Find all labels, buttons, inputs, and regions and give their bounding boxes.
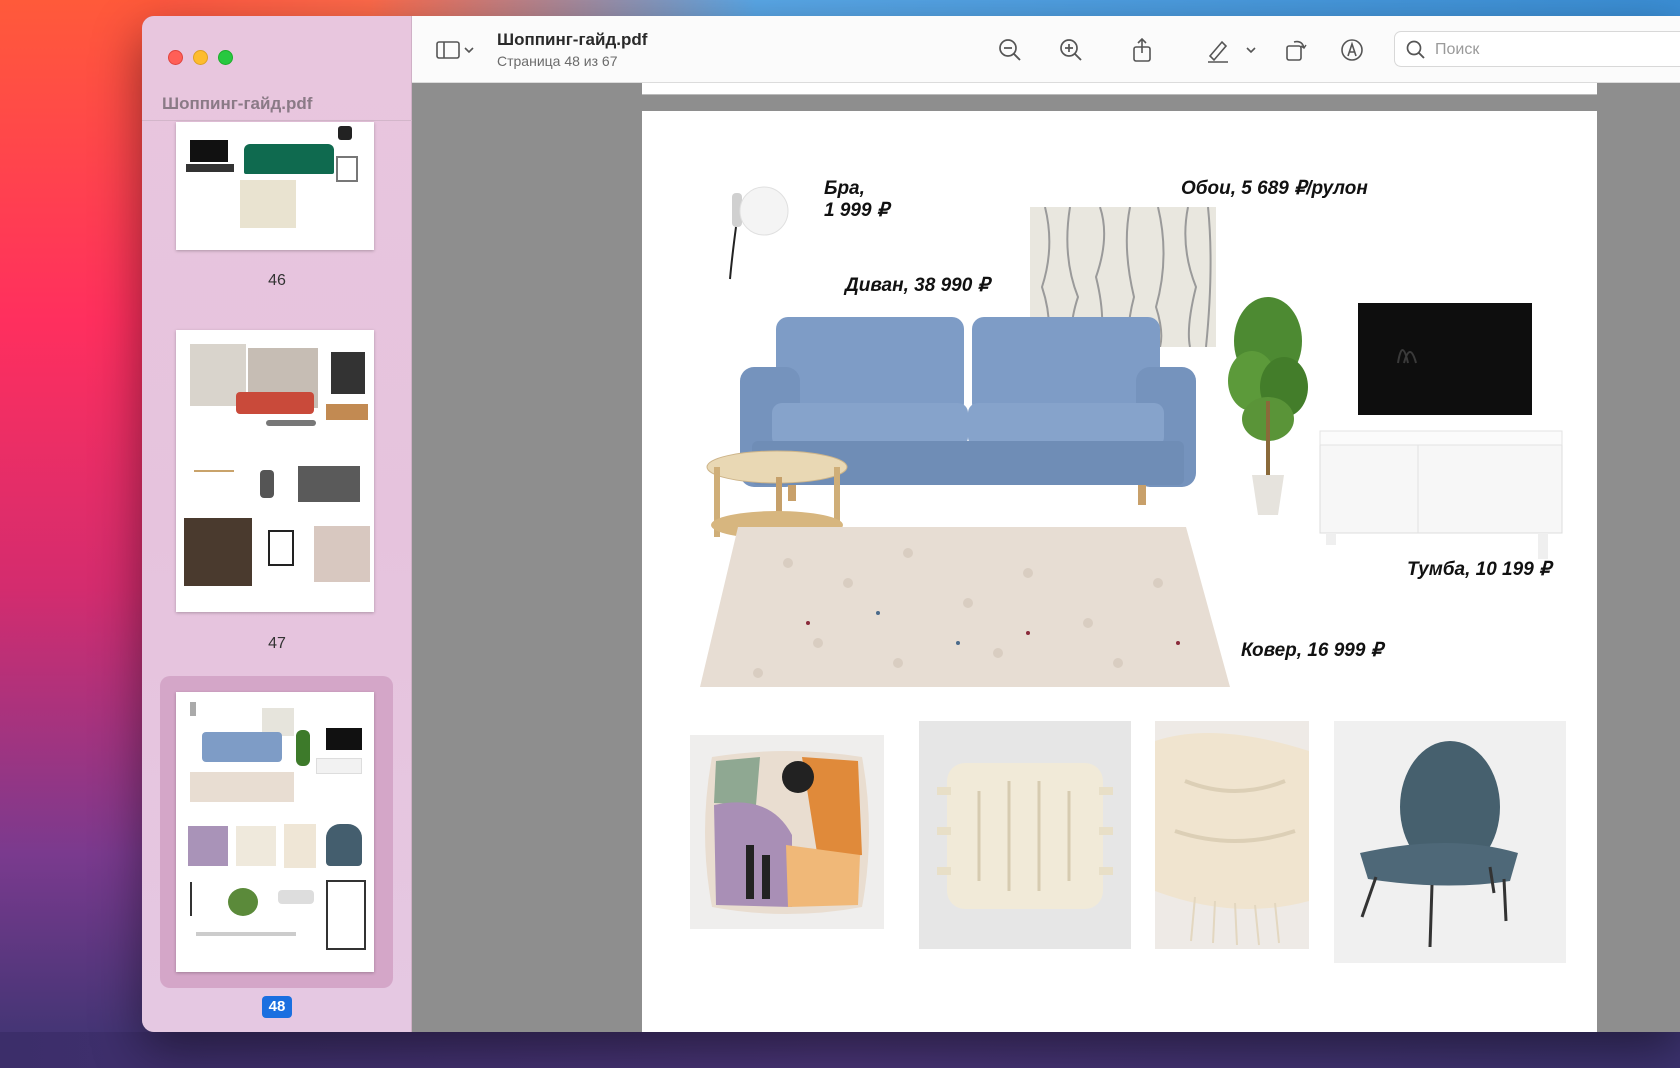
white-tassel-pillow-image [919,721,1131,949]
tv-stand-caption: Тумба, 10 199 ₽ [1407,559,1552,580]
chevron-down-icon[interactable] [1244,36,1258,64]
chandelier-image [194,470,234,496]
annotate-icon[interactable] [1338,36,1366,64]
close-window-button[interactable] [168,50,183,65]
page-thumbnail-46[interactable] [176,122,374,250]
side-table-image [336,156,358,182]
pillow-image [188,826,228,866]
decor-image [314,526,370,582]
white-stand-image [316,758,362,774]
zoom-out-icon[interactable] [996,36,1024,64]
wall-sconce-image [729,186,789,280]
abstract-pillow-image [690,735,884,929]
coffee-table-image [266,420,316,426]
current-page-number-48: 48 [262,996,292,1018]
share-icon[interactable] [1128,36,1156,64]
rotate-icon[interactable] [1282,36,1310,64]
search-placeholder: Поиск [1435,41,1480,58]
fullscreen-window-button[interactable] [218,50,233,65]
rug-caption: Ковер, 16 999 ₽ [1241,640,1383,661]
pdf-page-48: Бра, 1 999 ₽ Обои, 5 689 ₽/рулон Диван, … [642,111,1597,1032]
page-thumbnail-47[interactable] [176,330,374,612]
sideboard-image [184,518,252,586]
ceiling-lamp-image [278,890,314,904]
throw-image [284,824,316,868]
rug-image [240,180,296,228]
sidebar-toggle-icon[interactable] [436,36,462,64]
floor-lamp-image [190,882,208,916]
search-field[interactable]: Поиск [1394,31,1680,67]
sidebar-document-title: Шоппинг-гайд.pdf [162,94,313,113]
page-number-47: 47 [268,635,286,652]
document-title: Шоппинг-гайд.pdf [497,30,648,49]
knit-throw-blanket-image [1155,721,1309,949]
thumbnail-sidebar: Шоппинг-гайд.pdf 46 47 48 [142,16,412,1032]
green-sofa-image [244,144,334,174]
white-pillow-image [236,826,276,866]
rack-image [326,880,366,950]
desktop-wallpaper-left [0,0,160,1068]
preview-window: Шоппинг-гайд.pdf 46 47 48 Шоппинг-гайд.p… [142,16,1680,1032]
wallpaper-caption: Обои, 5 689 ₽/рулон [1181,178,1368,199]
tv-image [1358,303,1532,415]
cabinet-image [331,352,365,394]
lamp-image [338,126,352,140]
bench-image [326,404,368,420]
textured-rug-image [700,527,1230,687]
search-icon [1406,40,1425,59]
table-lamp-image [260,470,274,498]
sconce-caption: Бра, 1 999 ₽ [824,178,889,221]
plant-image-2 [228,888,258,916]
sidebar-divider [142,120,412,121]
markup-pen-icon[interactable] [1204,36,1232,64]
hooks-image [196,932,296,936]
stool-image [268,530,294,566]
blue-sofa-image [202,732,282,762]
lounge-chair-image [1334,721,1566,963]
red-sofa-image [236,392,314,414]
previous-page-edge [642,83,1597,95]
document-page-info: Страница 48 из 67 [497,53,618,69]
tv-image [190,140,228,162]
sconce-image [190,702,196,716]
grey-rug-image [298,466,360,502]
rug-image [190,772,294,802]
zoom-in-icon[interactable] [1057,36,1085,64]
minimize-window-button[interactable] [193,50,208,65]
tv-image [326,728,362,750]
sofa-caption: Диван, 38 990 ₽ [845,275,990,296]
chair-image [326,824,362,866]
chevron-down-icon[interactable] [462,36,476,64]
desktop-wallpaper-bottom [0,1032,1680,1068]
tv-stand-image [186,164,234,172]
page-number-46: 46 [268,272,286,289]
toolbar: Шоппинг-гайд.pdf Страница 48 из 67 Поиск [412,16,1680,83]
plant-image [296,730,310,766]
document-view[interactable]: Бра, 1 999 ₽ Обои, 5 689 ₽/рулон Диван, … [412,83,1680,1032]
page-thumbnail-48[interactable] [176,692,374,972]
potted-plant-image [1228,297,1308,515]
white-tv-stand-image [1319,430,1563,559]
